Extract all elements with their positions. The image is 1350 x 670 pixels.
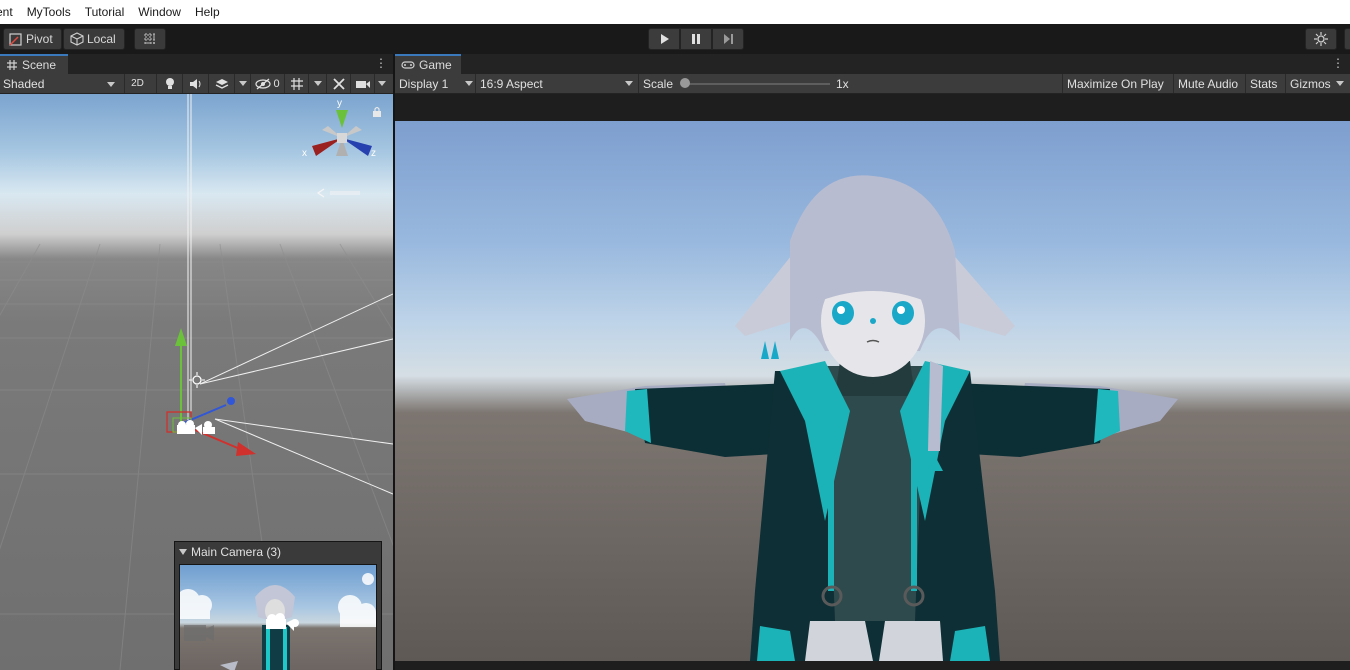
scale-slider-track[interactable] xyxy=(682,83,830,85)
menu-item-mytools[interactable]: MyTools xyxy=(20,5,78,19)
game-tab-bar: Game ⋮ xyxy=(395,54,1350,74)
grid-snap-icon xyxy=(144,33,156,45)
mute-audio-toggle[interactable]: Mute Audio xyxy=(1173,74,1245,93)
chevron-down-icon xyxy=(377,81,386,86)
video-camera-icon xyxy=(355,80,370,88)
gizmo-x-label: x xyxy=(302,148,307,159)
scale-label-text: Scale xyxy=(643,76,674,91)
pivot-label: Pivot xyxy=(26,32,53,46)
tools-toggle[interactable] xyxy=(326,74,350,93)
menu-item-component[interactable]: ent xyxy=(0,5,20,19)
scale-value: 1x xyxy=(836,74,849,93)
game-more-icon[interactable]: ⋮ xyxy=(1332,56,1344,70)
tools-icon xyxy=(332,77,345,90)
aspect-value: 16:9 Aspect xyxy=(480,76,543,91)
lighting-toggle[interactable] xyxy=(156,74,182,93)
display-dropdown[interactable]: Display 1 xyxy=(399,74,475,93)
mode-2d-button[interactable]: 2D xyxy=(124,74,150,93)
chevron-down-icon xyxy=(107,82,115,87)
pause-icon xyxy=(692,34,700,44)
pivot-icon xyxy=(9,33,22,46)
local-cube-icon xyxy=(70,32,84,46)
grid-toggle[interactable] xyxy=(284,74,308,93)
game-toolbar: Display 1 16:9 Aspect Scale 1x Maximize … xyxy=(395,74,1350,94)
chevron-down-icon xyxy=(465,81,473,86)
shading-mode-dropdown[interactable]: Shaded xyxy=(0,74,120,93)
camera-preview-header[interactable]: Main Camera (3) xyxy=(175,542,381,562)
chevron-down-icon xyxy=(625,81,633,86)
game-panel: Game ⋮ Display 1 16:9 Aspect Scale 1x Ma… xyxy=(395,54,1350,670)
chevron-down-icon xyxy=(313,81,322,86)
stats-toggle[interactable]: Stats xyxy=(1245,74,1285,93)
menu-item-tutorial[interactable]: Tutorial xyxy=(78,5,132,19)
menu-item-help[interactable]: Help xyxy=(188,5,227,19)
maximize-on-play-toggle[interactable]: Maximize On Play xyxy=(1062,74,1173,93)
camera-preview-title: Main Camera (3) xyxy=(191,545,282,559)
shading-mode-value: Shaded xyxy=(3,76,45,91)
play-controls xyxy=(648,28,744,50)
play-button[interactable] xyxy=(648,28,680,50)
scene-toolbar: Shaded 2D 0 xyxy=(0,74,393,94)
effects-dropdown[interactable] xyxy=(234,74,250,93)
gizmos-label: Gizmos xyxy=(1290,76,1331,91)
pause-button[interactable] xyxy=(680,28,712,50)
game-viewport[interactable] xyxy=(395,121,1350,661)
menu-item-window[interactable]: Window xyxy=(131,5,188,19)
effects-toggle[interactable] xyxy=(208,74,234,93)
pivot-button[interactable]: Pivot xyxy=(3,28,62,50)
eye-slash-icon xyxy=(255,78,272,89)
orientation-gizmo[interactable]: y x z xyxy=(300,98,382,170)
avatar-render xyxy=(567,175,1178,661)
mode-2d-label: 2D xyxy=(131,78,144,89)
collapse-triangle-icon xyxy=(179,549,187,555)
stats-label: Stats xyxy=(1250,76,1278,91)
camera-preview-image xyxy=(179,564,377,670)
gizmo-z-label: z xyxy=(371,148,376,159)
step-button[interactable] xyxy=(712,28,744,50)
grid-snap-button[interactable] xyxy=(134,28,166,50)
scale-value-text: 1x xyxy=(836,76,849,91)
hidden-count: 0 xyxy=(273,77,280,90)
lock-icon[interactable] xyxy=(372,106,382,118)
perspective-label-icon[interactable] xyxy=(316,188,366,198)
maximize-on-play-label: Maximize On Play xyxy=(1067,76,1164,91)
display-value: Display 1 xyxy=(399,76,449,91)
local-button[interactable]: Local xyxy=(63,28,125,50)
camera-settings-toggle[interactable] xyxy=(350,74,374,93)
collab-icon xyxy=(1314,32,1328,46)
camera-settings-dropdown[interactable] xyxy=(374,74,388,93)
camera-preview: Main Camera (3) xyxy=(174,541,382,670)
grid-dropdown[interactable] xyxy=(308,74,326,93)
lightbulb-icon xyxy=(165,78,174,89)
chevron-down-icon xyxy=(238,81,247,86)
step-icon xyxy=(724,34,733,44)
mute-audio-label: Mute Audio xyxy=(1178,76,1239,91)
gizmos-dropdown[interactable]: Gizmos xyxy=(1285,74,1350,93)
main-toolbar: Pivot Local xyxy=(0,24,1350,54)
collab-button[interactable] xyxy=(1305,28,1337,50)
scale-label: Scale xyxy=(638,74,673,93)
tab-scene[interactable]: Scene xyxy=(0,54,68,74)
grid-icon xyxy=(290,77,303,90)
tab-game[interactable]: Game xyxy=(395,54,461,74)
scene-hash-icon xyxy=(7,60,17,70)
speaker-icon xyxy=(189,78,200,89)
chevron-down-icon xyxy=(1336,81,1344,86)
menu-bar: ent MyTools Tutorial Window Help xyxy=(0,0,1350,24)
gamepad-icon xyxy=(401,61,415,69)
aspect-dropdown[interactable]: 16:9 Aspect xyxy=(475,74,635,93)
scene-tab-label: Scene xyxy=(22,58,57,72)
scale-slider-thumb[interactable] xyxy=(680,78,690,88)
play-icon xyxy=(661,34,669,44)
local-label: Local xyxy=(87,32,116,46)
scene-tab-bar: Scene ⋮ xyxy=(0,54,393,74)
scene-more-icon[interactable]: ⋮ xyxy=(375,56,387,70)
layers-icon xyxy=(215,78,228,89)
hidden-objects-toggle[interactable]: 0 xyxy=(250,74,284,93)
gizmo-y-label: y xyxy=(337,98,342,109)
account-button[interactable] xyxy=(1344,28,1350,50)
audio-toggle[interactable] xyxy=(182,74,208,93)
game-tab-label: Game xyxy=(419,58,452,72)
